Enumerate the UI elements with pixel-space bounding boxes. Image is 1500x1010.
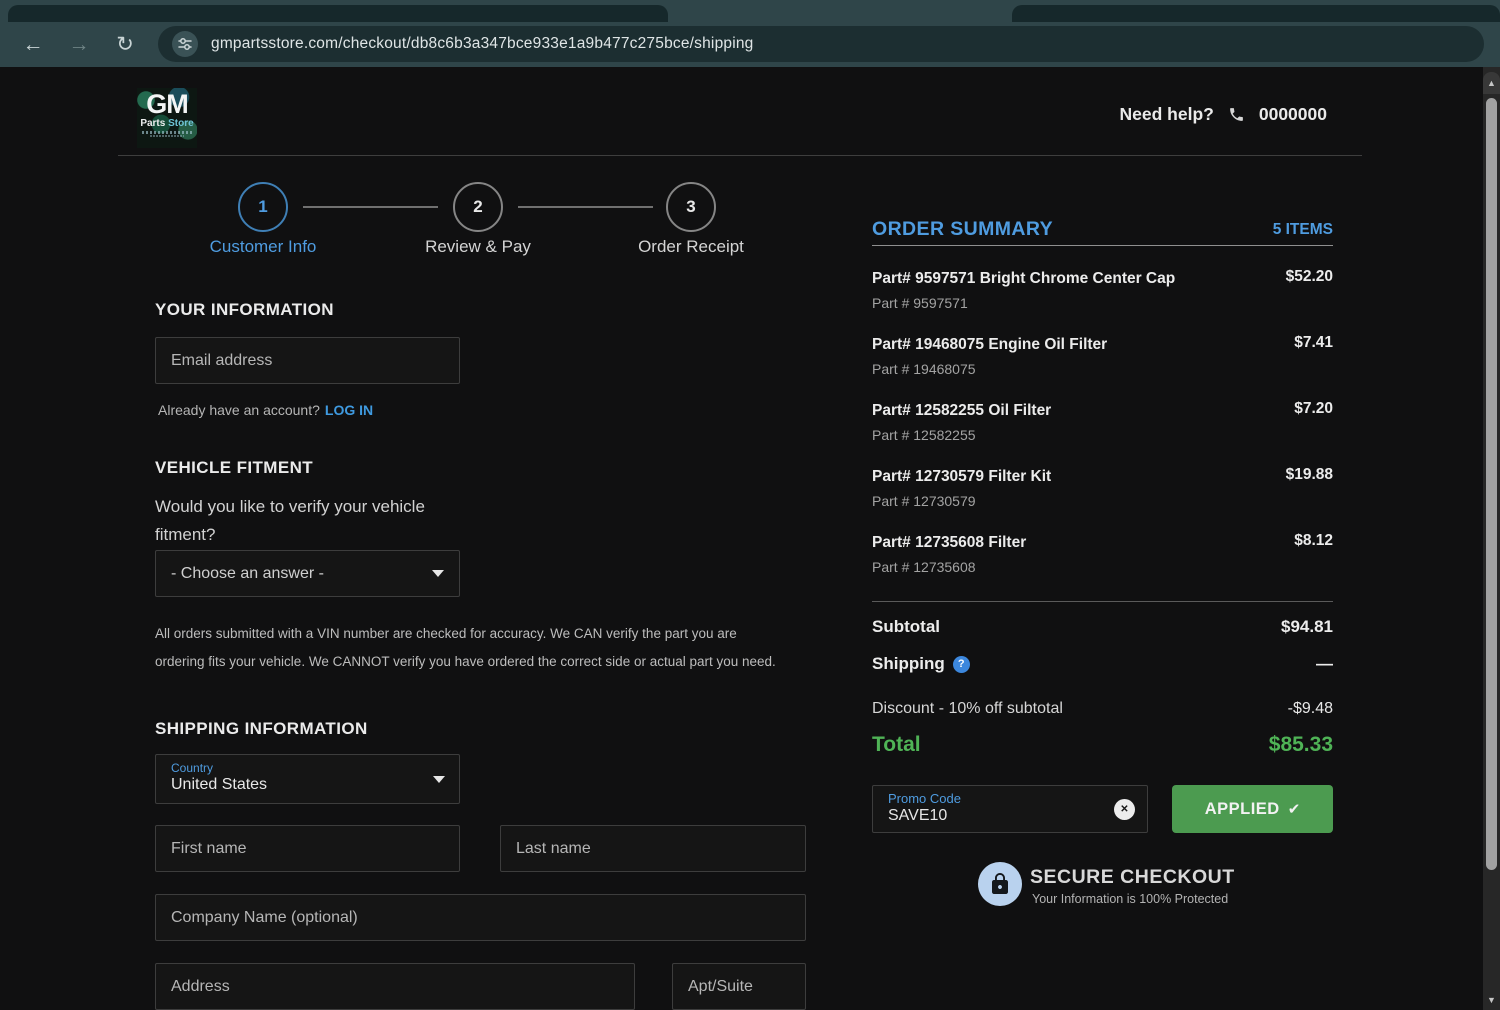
promo-code-label: Promo Code bbox=[888, 791, 961, 806]
logo-subtext: Parts Store bbox=[140, 118, 194, 129]
step-connector-2 bbox=[518, 206, 653, 208]
order-item: Part# 12735608 Filter $8.12 Part # 12735… bbox=[872, 532, 1333, 575]
order-item: Part# 12582255 Oil Filter $7.20 Part # 1… bbox=[872, 400, 1333, 443]
order-item: Part# 9597571 Bright Chrome Center Cap $… bbox=[872, 268, 1333, 311]
reload-button[interactable]: ↻ bbox=[106, 22, 144, 67]
totals-divider bbox=[872, 601, 1333, 602]
last-name-field[interactable] bbox=[500, 825, 806, 872]
order-items-list: Part# 9597571 Bright Chrome Center Cap $… bbox=[872, 268, 1333, 598]
log-in-link[interactable]: LOG IN bbox=[325, 402, 373, 418]
apt-suite-field[interactable] bbox=[672, 963, 806, 1010]
browser-tab[interactable] bbox=[8, 5, 668, 22]
shipping-information-heading: SHIPPING INFORMATION bbox=[155, 719, 368, 738]
promo-code-field[interactable]: Promo Code SAVE10 ✕ bbox=[872, 785, 1148, 833]
shipping-value: — bbox=[1316, 654, 1333, 673]
step-2-circle: 2 bbox=[453, 182, 503, 232]
scrollbar-up-arrow-icon[interactable]: ▲ bbox=[1483, 72, 1500, 94]
back-button[interactable]: ← bbox=[14, 22, 52, 67]
subtotal-row: Subtotal $94.81 bbox=[872, 617, 1333, 636]
checkout-page: ← → ↻ gmpartsstore.com/checkout/db8c6b3a… bbox=[0, 0, 1500, 1010]
step-2-label: Review & Pay bbox=[425, 237, 531, 256]
order-summary-heading: ORDER SUMMARY bbox=[872, 218, 1054, 240]
need-help-area: Need help? 0000000 bbox=[1095, 100, 1327, 128]
step-3-circle: 3 bbox=[666, 182, 716, 232]
item-price: $52.20 bbox=[1285, 268, 1333, 285]
order-item: Part# 12730579 Filter Kit $19.88 Part # … bbox=[872, 466, 1333, 509]
lock-icon bbox=[978, 862, 1022, 906]
order-item: Part# 19468075 Engine Oil Filter $7.41 P… bbox=[872, 334, 1333, 377]
gm-parts-store-logo[interactable]: GM Parts Store bbox=[137, 88, 197, 148]
first-name-field[interactable] bbox=[155, 825, 460, 872]
forward-button[interactable]: → bbox=[60, 22, 98, 67]
check-icon: ✔ bbox=[1287, 801, 1301, 818]
secure-checkout-title: SECURE CHECKOUT bbox=[1030, 866, 1235, 888]
shipping-row: Shipping? — bbox=[872, 654, 1333, 673]
item-price: $19.88 bbox=[1285, 466, 1333, 483]
fitment-select[interactable]: - Choose an answer - bbox=[155, 550, 460, 597]
country-value: United States bbox=[171, 776, 268, 793]
item-price: $7.41 bbox=[1294, 334, 1333, 351]
promo-applied-button[interactable]: APPLIED ✔ bbox=[1172, 785, 1333, 833]
fitment-select-value: - Choose an answer - bbox=[171, 564, 324, 582]
item-part-number: Part # 9597571 bbox=[872, 295, 968, 311]
promo-code-value: SAVE10 bbox=[888, 807, 948, 824]
vin-disclaimer: All orders submitted with a VIN number a… bbox=[155, 626, 776, 669]
item-part-number: Part # 12735608 bbox=[872, 559, 976, 575]
need-help-label: Need help? bbox=[1119, 103, 1214, 124]
fitment-question: Would you like to verify your vehicle fi… bbox=[155, 497, 425, 544]
browser-tab-2[interactable] bbox=[1012, 5, 1500, 22]
phone-number[interactable]: 0000000 bbox=[1259, 104, 1327, 125]
secure-checkout-subtitle: Your Information is 100% Protected bbox=[1032, 892, 1229, 906]
site-info-icon[interactable] bbox=[172, 31, 198, 57]
account-prompt: Already have an account? LOG IN bbox=[158, 402, 374, 418]
shipping-help-icon[interactable]: ? bbox=[952, 655, 970, 673]
step-connector bbox=[303, 206, 438, 208]
logo-text: GM bbox=[146, 89, 189, 119]
country-select[interactable]: Country United States bbox=[155, 754, 460, 804]
item-part-number: Part # 12582255 bbox=[872, 427, 976, 443]
url-bar[interactable]: gmpartsstore.com/checkout/db8c6b3a347bce… bbox=[158, 26, 1484, 62]
step-1-label: Customer Info bbox=[209, 237, 317, 256]
chevron-down-icon bbox=[433, 776, 445, 783]
phone-icon bbox=[1228, 106, 1245, 123]
total-row: Total $85.33 bbox=[872, 733, 1333, 756]
country-label: Country bbox=[171, 761, 214, 775]
vehicle-fitment-heading: VEHICLE FITMENT bbox=[155, 458, 314, 477]
clear-promo-icon[interactable]: ✕ bbox=[1114, 799, 1135, 820]
item-part-number: Part # 19468075 bbox=[872, 361, 976, 377]
scrollbar-thumb[interactable] bbox=[1486, 98, 1497, 870]
scrollbar-down-arrow-icon[interactable]: ▼ bbox=[1483, 990, 1500, 1010]
discount-row: Discount - 10% off subtotal -$9.48 bbox=[872, 700, 1333, 717]
email-field[interactable] bbox=[155, 337, 460, 384]
chevron-down-icon bbox=[432, 570, 444, 577]
browser-tab-strip bbox=[0, 0, 1500, 22]
step-1-circle: 1 bbox=[238, 182, 288, 232]
company-name-field[interactable] bbox=[155, 894, 806, 941]
step-3-label: Order Receipt bbox=[638, 237, 744, 256]
item-part-number: Part # 12730579 bbox=[872, 493, 976, 509]
item-price: $8.12 bbox=[1294, 532, 1333, 549]
summary-divider bbox=[872, 245, 1333, 246]
items-count-badge: 5 ITEMS bbox=[1272, 221, 1333, 238]
header-divider bbox=[118, 155, 1362, 156]
url-text: gmpartsstore.com/checkout/db8c6b3a347bce… bbox=[211, 35, 754, 52]
address-field[interactable] bbox=[155, 963, 635, 1010]
your-information-heading: YOUR INFORMATION bbox=[155, 300, 334, 319]
item-price: $7.20 bbox=[1294, 400, 1333, 417]
